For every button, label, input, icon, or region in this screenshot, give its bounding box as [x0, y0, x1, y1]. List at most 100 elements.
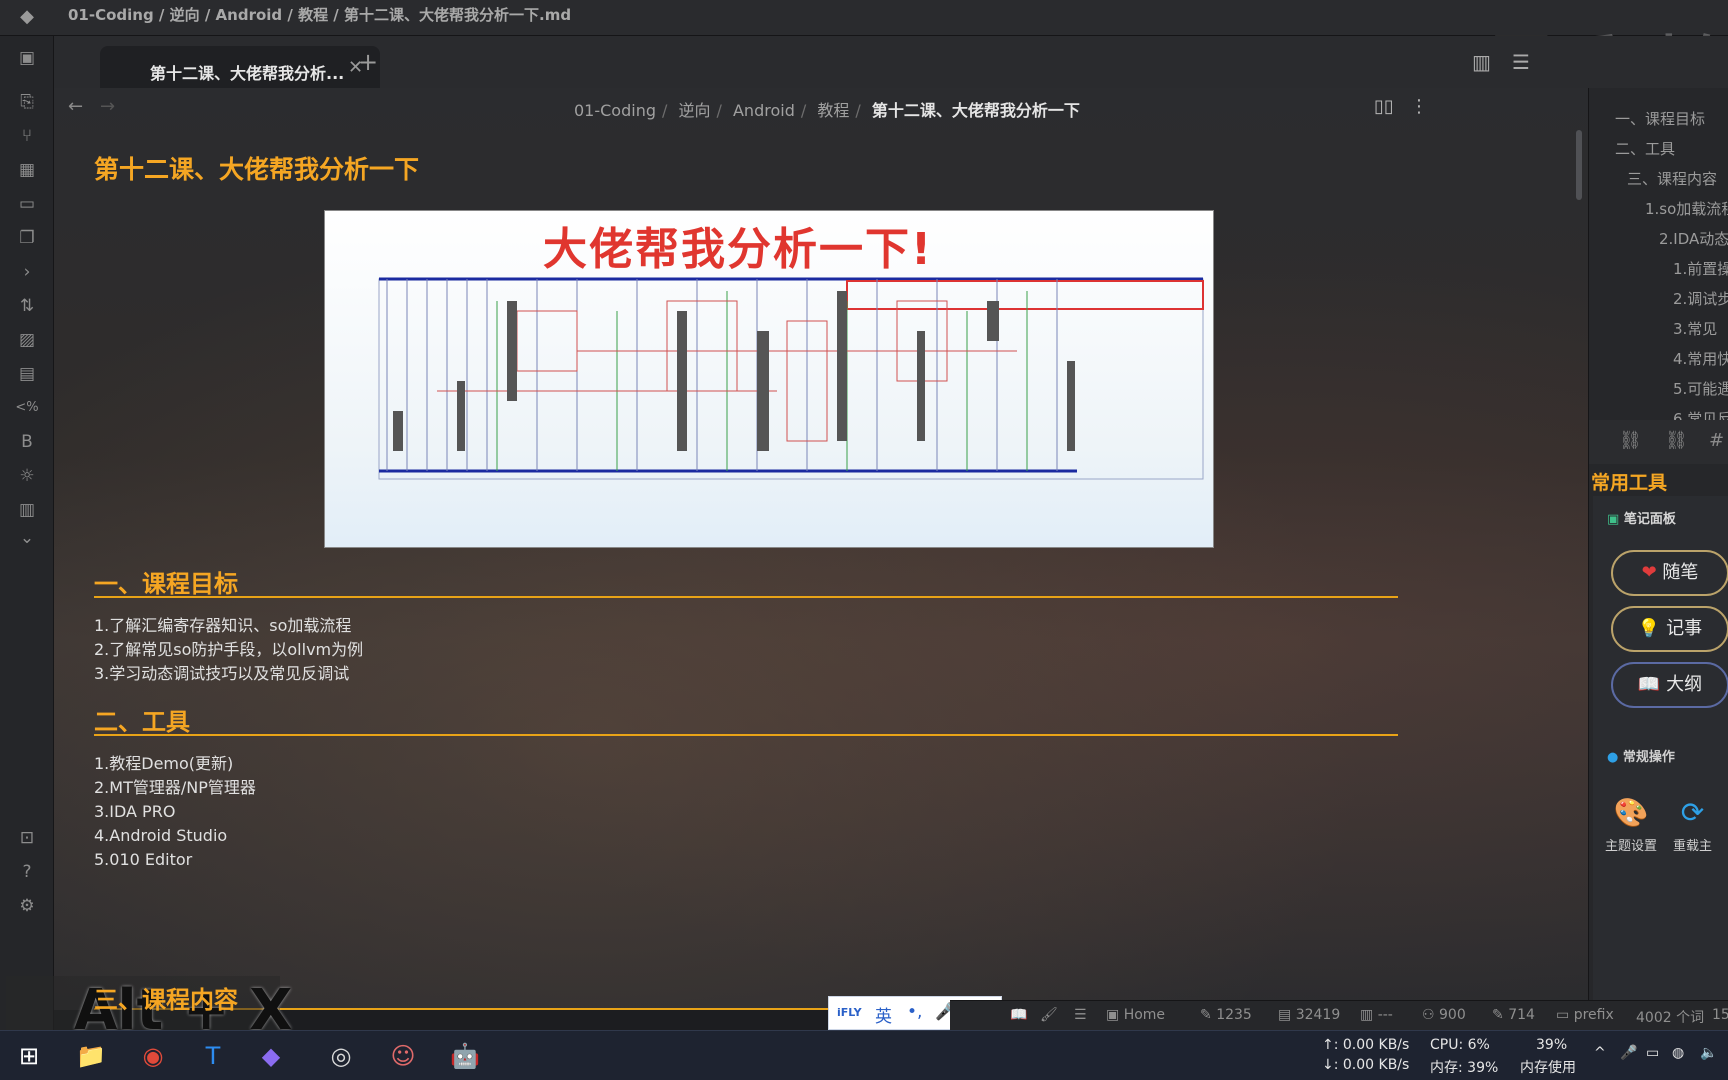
list-item: 4.Android Studio [94, 826, 228, 845]
outline-button[interactable]: 📖 大纲 [1611, 662, 1728, 708]
outline-item[interactable]: 1.前置操 [1673, 258, 1728, 279]
breadcrumb-item[interactable]: Android [733, 101, 795, 120]
breadcrumb-item[interactable]: 逆向 [678, 101, 710, 120]
list-item: 3.学习动态调试技巧以及常见反调试 [94, 664, 350, 683]
note-icon: ▣ [1607, 512, 1620, 527]
outline-item[interactable]: 一、课程目标 [1615, 108, 1705, 129]
theme-settings-button[interactable]: 🎨 主题设置 [1605, 796, 1657, 854]
graph-view-icon[interactable]: ⑂ [15, 124, 39, 148]
breadcrumb: 01-Coding / 逆向 / Android / 教程 / 第十二课、大佬帮我分析一… [574, 101, 1080, 120]
tab-title: 第十二课、大佬帮我分析... [150, 64, 345, 83]
calendar-icon[interactable]: ▭ [15, 192, 39, 216]
more-options-icon[interactable]: ⋮ [1410, 96, 1428, 117]
chevron-down-icon[interactable]: ⌄ [15, 526, 39, 550]
memory-usage: 内存: 39% [1430, 1060, 1499, 1076]
vault-icon[interactable]: ⊡ [15, 826, 39, 850]
book-icon[interactable]: 📖 [1010, 1007, 1027, 1023]
control-flow-graph-image [378, 277, 1204, 480]
forward-arrow-icon[interactable]: → [100, 96, 115, 117]
globe-icon[interactable]: ◍ [1672, 1045, 1684, 1061]
file-explorer-icon[interactable]: 📁 [74, 1039, 108, 1073]
net-upload: ↑: 0.00 KB/s [1322, 1037, 1410, 1053]
link-icon[interactable]: ⛓ [1619, 430, 1642, 451]
microphone-tray-icon[interactable]: 🎤 [1620, 1045, 1637, 1061]
help-icon[interactable]: ? [15, 860, 39, 884]
outline-item[interactable]: 4.常用快 [1673, 348, 1728, 369]
editor-pane: ← → 01-Coding / 逆向 / Android / 教程 / 第十二课、大佬帮… [54, 88, 1588, 1010]
sidebar-toggle-icon[interactable]: ▣ [15, 46, 39, 70]
battery-icon[interactable]: ▭ [1646, 1045, 1659, 1061]
outline-item[interactable]: 1.so加载流程 [1645, 198, 1728, 219]
outline-item[interactable]: 2.IDA动态 [1659, 228, 1728, 249]
status-count-2: ▤ 32419 [1278, 1007, 1341, 1023]
sort-icon[interactable]: ⇅ [15, 294, 39, 318]
layout-toggle-icon[interactable]: ▥ [1472, 50, 1491, 74]
avatar-app-icon[interactable]: ☺ [386, 1039, 420, 1073]
home-status[interactable]: ▣ Home [1106, 1007, 1165, 1023]
list-icon[interactable]: ☰ [1074, 1007, 1087, 1023]
palette-icon: 🎨 [1613, 796, 1649, 829]
chevron-up-icon[interactable]: ^ [1594, 1045, 1606, 1061]
copy-icon[interactable]: ❐ [15, 226, 39, 250]
tag-icon[interactable]: # [1709, 430, 1724, 451]
outline-item[interactable]: 5.可能遇 [1673, 378, 1728, 399]
obsidian-icon[interactable]: ◆ [254, 1039, 288, 1073]
memory-label: 内存使用 [1520, 1060, 1576, 1076]
right-sidebar: 一、课程目标 二、工具 三、课程内容 1.so加载流程 2.IDA动态 1.前置… [1588, 88, 1728, 1010]
chrome-icon[interactable]: ◉ [136, 1039, 170, 1073]
scrollbar[interactable] [1576, 130, 1582, 200]
status-bar: 📖 🖌 ☰ ▣ Home ✎ 1235 ▤ 32419 ▥ --- ⚇ 900 … [950, 1000, 1728, 1030]
book-icon: 📖 [1637, 674, 1661, 695]
left-ribbon: ▣ ⎘ ⑂ ▦ ▭ ❐ › ⇅ ▨ ▤ <% B ☼ ▥ ⌄ ⊡ ? ⚙ [0, 36, 54, 1030]
menu-icon[interactable]: ☰ [1512, 50, 1530, 74]
word-count: 4002 个词 [1636, 1010, 1705, 1026]
bold-icon[interactable]: B [15, 430, 39, 454]
new-tab-button[interactable]: + [358, 48, 378, 76]
punctuation-icon[interactable]: •, [907, 1002, 922, 1022]
status-tail: 15 [1712, 1007, 1728, 1023]
back-arrow-icon[interactable]: ← [68, 96, 83, 117]
breadcrumb-item[interactable]: 教程 [817, 101, 849, 120]
canvas-icon[interactable]: ▦ [15, 158, 39, 182]
reading-view-icon[interactable]: ▯▯ [1374, 96, 1394, 117]
unlink-icon[interactable]: ⛓ [1665, 430, 1688, 451]
taskbar: ⊞ 📁 ◉ T ◆ ◎ ☺ 🤖 ↑: 0.00 KB/s ↓: 0.00 KB/… [0, 1030, 1728, 1080]
hero-image-title: 大佬帮我分析一下! [543, 224, 934, 275]
outline-item[interactable]: 三、课程内容 [1627, 168, 1717, 189]
outline-item[interactable]: 3.常见 [1673, 318, 1717, 339]
table-icon[interactable]: ▥ [15, 498, 39, 522]
windows-start-icon[interactable]: ⊞ [12, 1039, 46, 1073]
tab-active[interactable]: 第十二课、大佬帮我分析... ✕ [100, 46, 380, 88]
list-item: 5.010 Editor [94, 850, 193, 869]
new-note-icon[interactable]: ⎘ [15, 90, 39, 114]
list-item: 2.了解常见so防护手段，以ollvm为例 [94, 640, 364, 659]
jot-button[interactable]: ❤ 随笔 [1611, 550, 1728, 596]
brush-icon[interactable]: 🖌 [1040, 1007, 1058, 1023]
heading-tools: 二、工具 [94, 708, 190, 736]
outline-item[interactable]: 二、工具 [1615, 138, 1675, 159]
image-icon[interactable]: ▨ [15, 328, 39, 352]
language-toggle[interactable]: 英 [875, 1002, 892, 1027]
percent-icon[interactable]: <% [15, 396, 39, 420]
page-title: 第十二课、大佬帮我分析一下 [94, 155, 420, 184]
settings-icon[interactable]: ⚙ [15, 894, 39, 918]
reload-button[interactable]: ⟳ 重载主 [1673, 796, 1712, 854]
text-editor-icon[interactable]: T [196, 1039, 230, 1073]
status-count-5: ✎ 714 [1492, 1007, 1535, 1023]
bulb-icon[interactable]: ☼ [15, 464, 39, 488]
layout-icon[interactable]: ▤ [15, 362, 39, 386]
outline-item[interactable]: 2.调试步 [1673, 288, 1728, 309]
android-icon[interactable]: 🤖 [448, 1039, 482, 1073]
info-icon: ● [1607, 750, 1619, 765]
breadcrumb-item[interactable]: 01-Coding [574, 101, 656, 120]
status-count-4: ⚇ 900 [1422, 1007, 1466, 1023]
ifly-logo[interactable]: iFLY [837, 1006, 862, 1019]
heart-icon: ❤ [1641, 562, 1657, 583]
volume-icon[interactable]: 🔈 [1700, 1045, 1717, 1061]
terminal-icon[interactable]: › [15, 260, 39, 284]
list-item: 1.教程Demo(更新) [94, 754, 234, 773]
heading-course-goals: 一、课程目标 [94, 570, 238, 598]
memo-button[interactable]: 💡 记事 [1611, 606, 1728, 652]
obs-icon[interactable]: ◎ [324, 1039, 358, 1073]
tools-title: 常用工具 [1591, 472, 1668, 494]
